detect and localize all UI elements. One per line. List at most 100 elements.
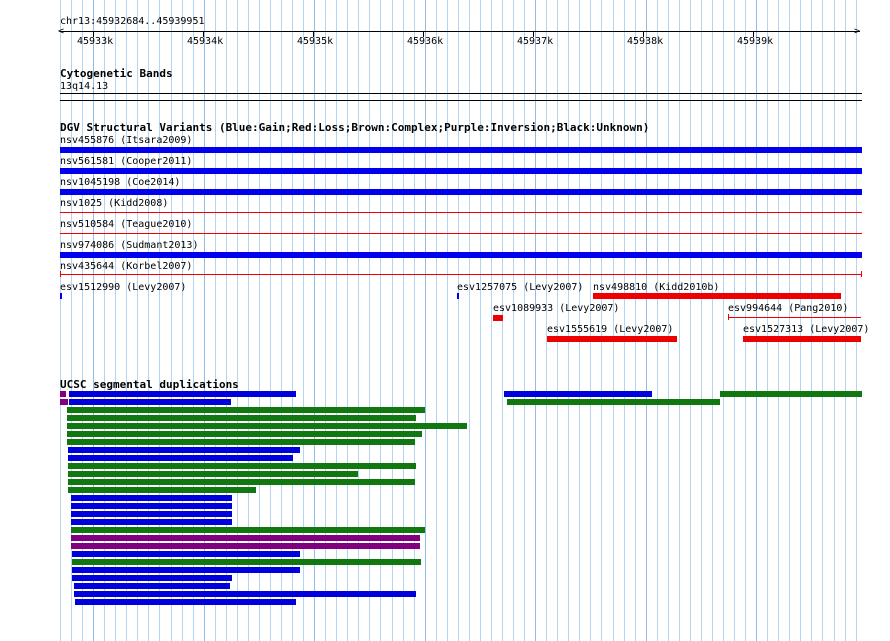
segdup-bar-purple[interactable] — [71, 543, 420, 549]
grid-line — [568, 0, 569, 641]
grid-line — [546, 0, 547, 641]
variant-label: nsv498810 (Kidd2010b) — [593, 282, 720, 293]
cytoband-label: 13q14.13 — [60, 81, 109, 92]
segdup-bar-green[interactable] — [67, 415, 416, 421]
cytoband-line[interactable] — [60, 93, 862, 94]
cytoband-line[interactable] — [60, 100, 862, 101]
grid-line — [635, 0, 636, 641]
variant-label: esv1527313 (Levy2007) — [743, 324, 870, 335]
segdup-bar-green[interactable] — [68, 487, 256, 493]
segdup-bar-blue[interactable] — [75, 599, 296, 605]
ruler-axis — [60, 31, 860, 32]
segdup-bar-green[interactable] — [68, 479, 415, 485]
segdup-bar-blue[interactable] — [69, 391, 296, 397]
segdup-bar-purple[interactable] — [71, 535, 420, 541]
variant-label: nsv974086 (Sudmant2013) — [60, 240, 199, 251]
grid-line — [469, 0, 470, 641]
ruler-tick-label: 45936k — [407, 36, 444, 47]
cytoband-track-title[interactable]: Cytogenetic Bands — [60, 68, 173, 80]
grid-line — [723, 0, 724, 641]
segdup-bar-blue[interactable] — [72, 551, 300, 557]
grid-line — [712, 0, 713, 641]
segdup-bar-blue[interactable] — [69, 399, 231, 405]
segdup-bar-blue[interactable] — [74, 583, 230, 589]
variant-line-loss[interactable] — [60, 233, 862, 234]
segdup-bar-green[interactable] — [68, 471, 358, 477]
segdup-bar-green[interactable] — [71, 527, 425, 533]
grid-line — [701, 0, 702, 641]
variant-label: esv1257075 (Levy2007) — [457, 282, 584, 293]
segdup-bar-green[interactable] — [67, 407, 425, 413]
variant-bar-loss[interactable] — [593, 293, 841, 299]
variant-line-loss[interactable] — [728, 317, 861, 318]
grid-line — [480, 0, 481, 641]
variant-bar-gain[interactable] — [457, 293, 459, 299]
ruler-tick-label: 45935k — [297, 36, 334, 47]
variant-label: esv1512990 (Levy2007) — [60, 282, 187, 293]
variant-label: nsv435644 (Korbel2007) — [60, 261, 193, 272]
grid-line — [679, 0, 680, 641]
grid-line — [834, 0, 835, 641]
grid-line — [745, 0, 746, 641]
variant-bar-gain[interactable] — [60, 168, 862, 174]
ruler-tick-label: 45933k — [77, 36, 114, 47]
segdup-bar-green[interactable] — [67, 439, 415, 445]
segdup-bar-blue[interactable] — [68, 455, 293, 461]
variant-label: esv1555619 (Levy2007) — [547, 324, 674, 335]
variant-label: nsv455876 (Itsara2009) — [60, 135, 193, 146]
segdup-bar-blue[interactable] — [72, 567, 300, 573]
grid-line — [767, 0, 768, 641]
grid-line — [458, 0, 459, 641]
segdup-bar-green[interactable] — [720, 391, 862, 397]
variant-bar-loss[interactable] — [743, 336, 861, 342]
segdup-bar-blue[interactable] — [71, 495, 232, 501]
segdup-bar-blue[interactable] — [71, 511, 232, 517]
segdup-bar-green[interactable] — [507, 399, 720, 405]
grid-line — [524, 0, 525, 641]
grid-line — [491, 0, 492, 641]
segdup-bar-purple[interactable] — [60, 391, 66, 397]
ruler-tick-label: 45937k — [517, 36, 554, 47]
segdup-bar-green[interactable] — [72, 559, 421, 565]
variant-label: esv1089933 (Levy2007) — [493, 303, 620, 314]
ruler-right-arrow: > — [854, 26, 861, 37]
variant-line-loss[interactable] — [60, 274, 862, 275]
variant-line-loss[interactable] — [60, 212, 862, 213]
variant-label: nsv1045198 (Coe2014) — [60, 177, 181, 188]
segdup-bar-blue[interactable] — [68, 447, 300, 453]
grid-line — [734, 0, 735, 641]
grid-line — [668, 0, 669, 641]
segdup-bar-blue[interactable] — [71, 519, 232, 525]
variant-label: nsv510584 (Teague2010) — [60, 219, 193, 230]
variant-bar-gain[interactable] — [60, 293, 62, 299]
grid-line — [822, 0, 823, 641]
segdup-bar-green[interactable] — [67, 423, 467, 429]
grid-line — [425, 0, 426, 641]
variant-label: nsv1025 (Kidd2008) — [60, 198, 169, 209]
ruler-left-arrow: < — [58, 26, 65, 37]
segdup-bar-blue[interactable] — [72, 575, 232, 581]
segdup-bar-blue[interactable] — [504, 391, 652, 397]
ruler-tick-label: 45938k — [627, 36, 664, 47]
segdup-bar-green[interactable] — [67, 431, 422, 437]
grid-line — [811, 0, 812, 641]
variant-bar-loss[interactable] — [547, 336, 677, 342]
variant-bar-gain[interactable] — [60, 252, 862, 258]
grid-line — [778, 0, 779, 641]
grid-line — [856, 0, 857, 641]
segdup-bar-green[interactable] — [68, 463, 416, 469]
ruler-tick-label: 45939k — [737, 36, 774, 47]
dgv-track-title[interactable]: DGV Structural Variants (Blue:Gain;Red:L… — [60, 122, 649, 134]
variant-end-marker — [728, 314, 729, 320]
segdup-bar-purple[interactable] — [60, 399, 68, 405]
genome-browser-canvas: chr13:45932684..45939951 < > 45933k 4593… — [0, 0, 890, 641]
variant-label: nsv561581 (Cooper2011) — [60, 156, 193, 167]
variant-bar-gain[interactable] — [60, 189, 862, 195]
grid-line — [557, 0, 558, 641]
variant-bar-loss[interactable] — [493, 315, 503, 321]
variant-bar-gain[interactable] — [60, 147, 862, 153]
segdup-track-title[interactable]: UCSC segmental duplications — [60, 379, 239, 391]
segdup-bar-blue[interactable] — [71, 503, 232, 509]
segdup-bar-blue[interactable] — [74, 591, 416, 597]
location-label: chr13:45932684..45939951 — [60, 16, 205, 27]
